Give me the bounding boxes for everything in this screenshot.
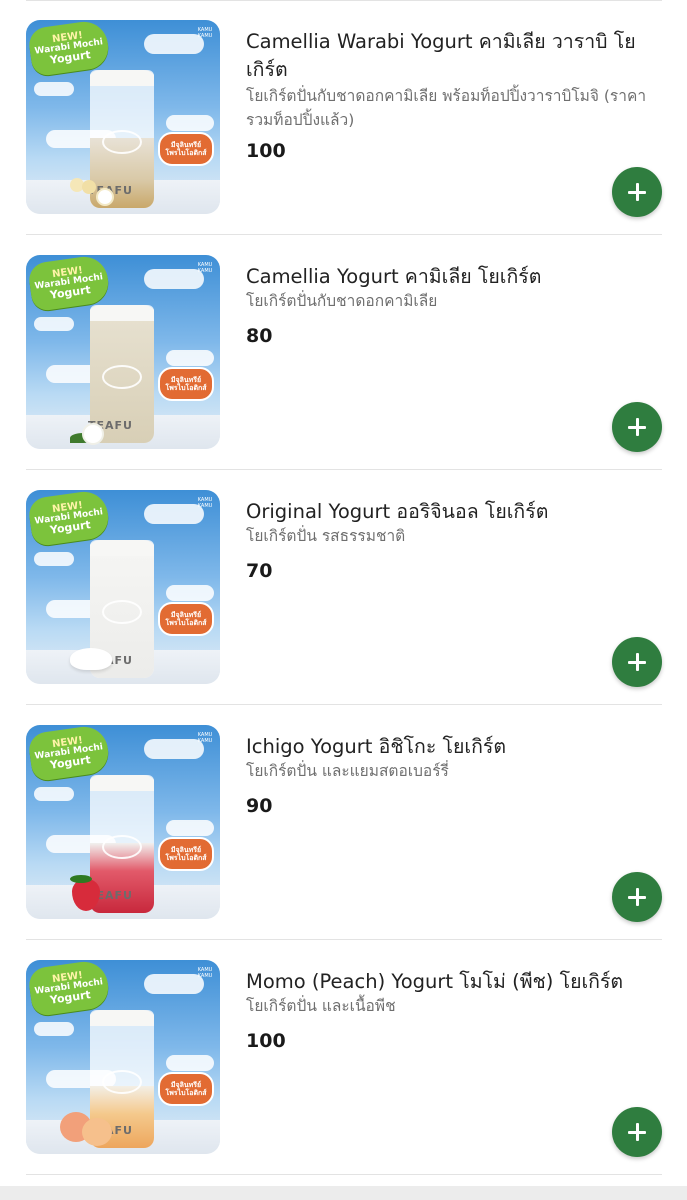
item-name[interactable]: Ichigo Yogurt อิชิโกะ โยเกิร์ต <box>246 733 661 761</box>
bottom-bar <box>0 1186 687 1200</box>
probiotic-promo-badge: มีจุลินทรีย์ โพรไบโอติกส์ <box>158 602 214 636</box>
mochi-garnish <box>82 180 96 194</box>
item-description: โยเกิร์ตปั่น รสธรรมชาติ <box>246 527 406 545</box>
cloud <box>166 115 214 131</box>
brand-vertical-text: KAMU KAMU <box>197 967 213 979</box>
cloud <box>144 739 204 759</box>
item-description: โยเกิร์ตปั่น และแยมสตอเบอร์รี่ <box>246 762 449 780</box>
item-description: โยเกิร์ตปั่น และเนื้อพีช <box>246 997 396 1015</box>
promo-line2: โพรไบโอติกส์ <box>165 854 207 862</box>
item-price: 90 <box>246 795 273 817</box>
probiotic-promo-badge: มีจุลินทรีย์ โพรไบโอติกส์ <box>158 1072 214 1106</box>
add-to-cart-button[interactable] <box>612 1107 662 1157</box>
menu-item[interactable]: TEAFU NEW! Warabi Mochi Yogurt KAMU KAMU… <box>0 235 687 470</box>
cloud <box>166 350 214 366</box>
add-to-cart-button[interactable] <box>612 402 662 452</box>
cloud <box>144 974 204 994</box>
item-name[interactable]: Camellia Yogurt คามิเลีย โยเกิร์ต <box>246 263 661 291</box>
item-description: โยเกิร์ตปั่นกับชาดอกคามิเลีย <box>246 292 438 310</box>
cup-logo-icon <box>102 835 142 859</box>
promo-line1: มีจุลินทรีย์ <box>170 140 202 149</box>
add-to-cart-button[interactable] <box>612 637 662 687</box>
cloud <box>166 1055 214 1071</box>
cloud <box>144 504 204 524</box>
new-badge: NEW! Warabi Mochi Yogurt <box>27 255 111 313</box>
flower-garnish <box>96 188 114 206</box>
cloud <box>166 585 214 601</box>
product-image[interactable]: TEAFU NEW! Warabi Mochi Yogurt KAMU KAMU… <box>26 960 220 1154</box>
menu-item[interactable]: TEAFU NEW! Warabi Mochi Yogurt KAMU KAMU… <box>0 0 687 235</box>
product-image[interactable]: TEAFU NEW! Warabi Mochi Yogurt KAMU KAMU… <box>26 255 220 449</box>
brand-vertical-text: KAMU KAMU <box>197 27 213 39</box>
cup-dome <box>90 775 154 791</box>
promo-line2: โพรไบโอติกส์ <box>165 1089 207 1097</box>
cup-dome <box>90 70 154 86</box>
brand-vertical-text: KAMU KAMU <box>197 262 213 274</box>
probiotic-promo-badge: มีจุลินทรีย์ โพรไบโอติกส์ <box>158 837 214 871</box>
menu-item[interactable]: TEAFU NEW! Warabi Mochi Yogurt KAMU KAMU… <box>0 705 687 940</box>
yogurt-bowl <box>70 648 112 670</box>
cloud <box>34 552 74 566</box>
cloud <box>34 787 74 801</box>
menu-item[interactable]: TEAFU NEW! Warabi Mochi Yogurt KAMU KAMU… <box>0 940 687 1175</box>
cloud <box>144 34 204 54</box>
add-to-cart-button[interactable] <box>612 167 662 217</box>
promo-line2: โพรไบโอติกส์ <box>165 619 207 627</box>
cloud <box>34 317 74 331</box>
brand-vertical-text: KAMU KAMU <box>197 497 213 509</box>
product-image[interactable]: TEAFU NEW! Warabi Mochi Yogurt KAMU KAMU… <box>26 20 220 214</box>
peach-garnish <box>82 1118 112 1146</box>
flower-garnish <box>82 423 104 445</box>
item-price: 100 <box>246 140 286 162</box>
item-price: 80 <box>246 325 273 347</box>
new-badge: NEW! Warabi Mochi Yogurt <box>27 20 111 78</box>
promo-line1: มีจุลินทรีย์ <box>170 610 202 619</box>
item-name[interactable]: Camellia Warabi Yogurt คามิเลีย วาราบิ โ… <box>246 28 661 84</box>
plus-icon <box>627 417 647 437</box>
item-price: 70 <box>246 560 273 582</box>
cup-logo-icon <box>102 365 142 389</box>
promo-line1: มีจุลินทรีย์ <box>170 1080 202 1089</box>
cloud <box>166 820 214 836</box>
cloud <box>34 82 74 96</box>
item-divider <box>26 1174 662 1175</box>
cloud <box>144 269 204 289</box>
add-to-cart-button[interactable] <box>612 872 662 922</box>
probiotic-promo-badge: มีจุลินทรีย์ โพรไบโอติกส์ <box>158 132 214 166</box>
strawberry-leaf <box>70 875 92 883</box>
new-badge: NEW! Warabi Mochi Yogurt <box>27 490 111 548</box>
plus-icon <box>627 1122 647 1142</box>
item-name[interactable]: Momo (Peach) Yogurt โมโม่ (พีช) โยเกิร์ต <box>246 968 661 996</box>
cup-dome <box>90 1010 154 1026</box>
cloud <box>34 1022 74 1036</box>
promo-line2: โพรไบโอติกส์ <box>165 149 207 157</box>
product-image[interactable]: TEAFU NEW! Warabi Mochi Yogurt KAMU KAMU… <box>26 725 220 919</box>
plus-icon <box>627 182 647 202</box>
item-name[interactable]: Original Yogurt ออริจินอล โยเกิร์ต <box>246 498 661 526</box>
cup-logo-icon <box>102 600 142 624</box>
new-badge: NEW! Warabi Mochi Yogurt <box>27 960 111 1018</box>
plus-icon <box>627 887 647 907</box>
cup-dome <box>90 305 154 321</box>
promo-line2: โพรไบโอติกส์ <box>165 384 207 392</box>
cup-logo-icon <box>102 1070 142 1094</box>
promo-line1: มีจุลินทรีย์ <box>170 845 202 854</box>
product-image[interactable]: TEAFU NEW! Warabi Mochi Yogurt KAMU KAMU… <box>26 490 220 684</box>
item-price: 100 <box>246 1030 286 1052</box>
probiotic-promo-badge: มีจุลินทรีย์ โพรไบโอติกส์ <box>158 367 214 401</box>
new-badge: NEW! Warabi Mochi Yogurt <box>27 725 111 783</box>
menu-item[interactable]: TEAFU NEW! Warabi Mochi Yogurt KAMU KAMU… <box>0 470 687 705</box>
item-description: โยเกิร์ตปั่นกับชาดอกคามิเลีย พร้อมท็อปปิ… <box>246 87 647 129</box>
cup-dome <box>90 540 154 556</box>
plus-icon <box>627 652 647 672</box>
brand-vertical-text: KAMU KAMU <box>197 732 213 744</box>
cup-logo-icon <box>102 130 142 154</box>
promo-line1: มีจุลินทรีย์ <box>170 375 202 384</box>
